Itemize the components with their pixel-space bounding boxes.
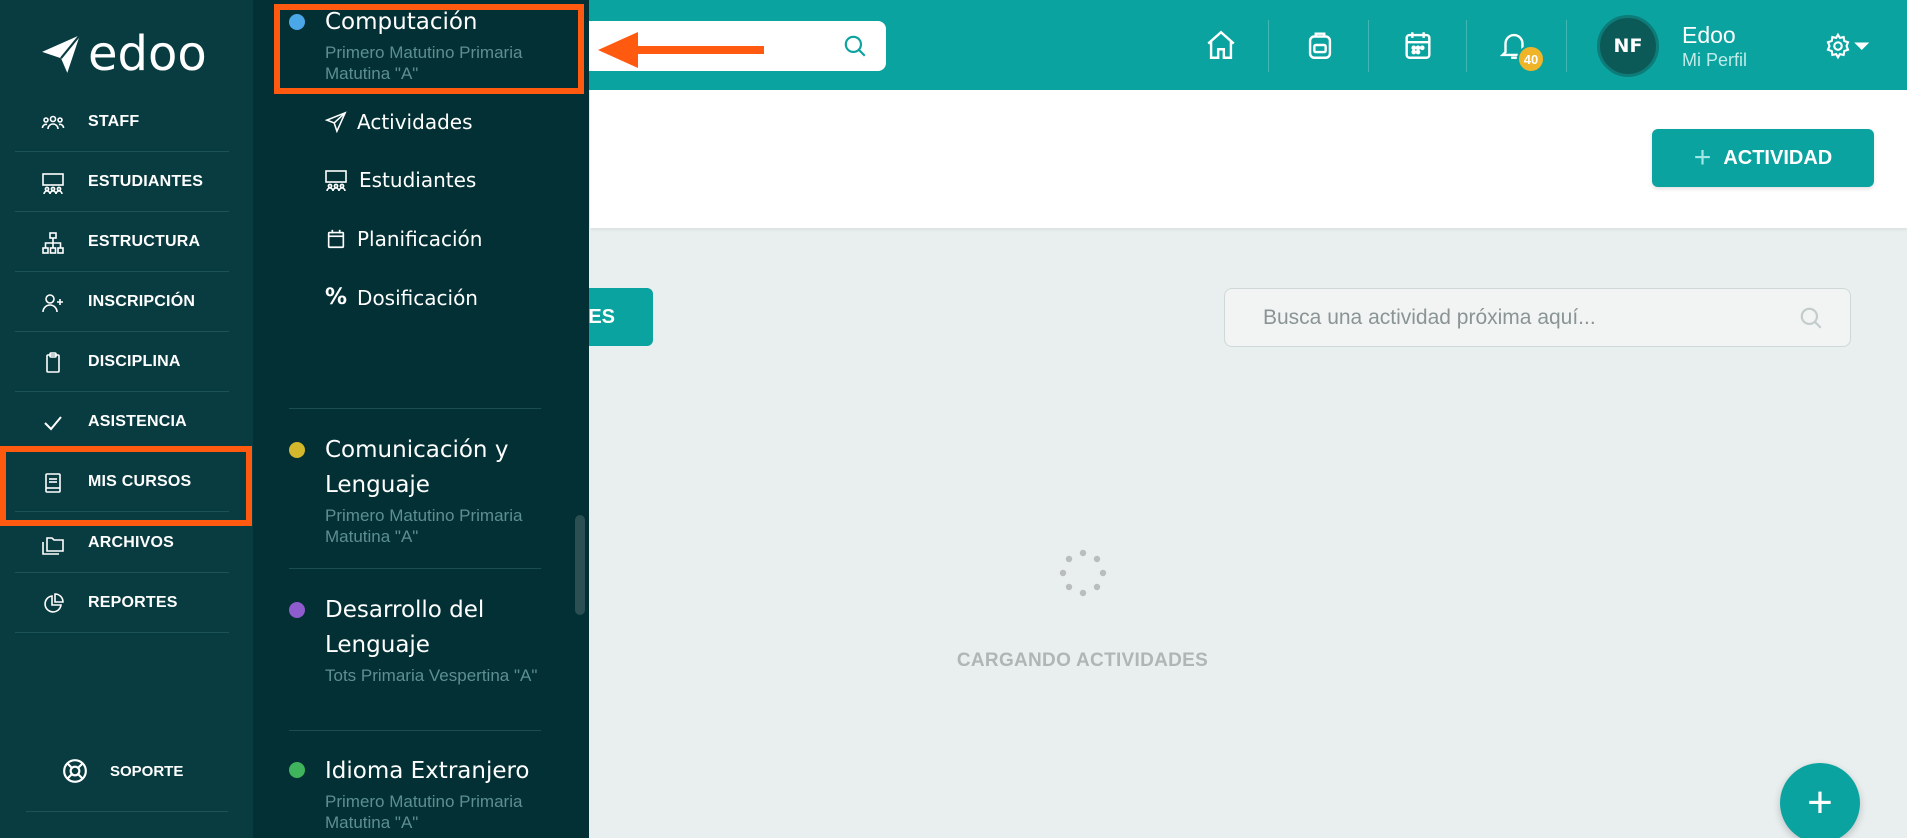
support-label: SOPORTE xyxy=(110,762,184,780)
profile-name[interactable]: Edoo xyxy=(1682,22,1736,49)
submenu-label: Dosificación xyxy=(357,285,478,310)
logo-text: edoo xyxy=(88,26,207,82)
activity-search-placeholder: Busca una actividad próxima aquí... xyxy=(1263,306,1596,329)
course-submenu-estudiantes[interactable]: Estudiantes xyxy=(323,168,476,192)
course-color-dot xyxy=(289,442,305,458)
search-icon[interactable] xyxy=(842,33,868,64)
search-icon[interactable] xyxy=(1798,305,1824,336)
sidebar: edoo STAFF ESTUDIANTES ESTRUCTURA INSCRI… xyxy=(0,0,253,838)
course-subtitle: Tots Primaria Vespertina "A" xyxy=(325,666,538,685)
arrow-icon xyxy=(598,30,766,75)
students-icon xyxy=(325,170,347,192)
submenu-label: Actividades xyxy=(357,110,473,134)
scrollbar[interactable] xyxy=(575,515,585,615)
calendar-icon xyxy=(327,229,345,249)
course-title: Comunicación y Lenguaje xyxy=(325,437,509,498)
course-submenu-dosificacion[interactable]: % Dosificación xyxy=(325,285,478,310)
divider xyxy=(289,730,541,731)
highlight-box-course xyxy=(274,4,584,94)
course-title: Idioma Extranjero xyxy=(325,758,530,784)
avatar[interactable]: NF xyxy=(1597,15,1659,77)
staff-icon xyxy=(41,111,65,135)
add-user-icon xyxy=(41,291,65,315)
floating-add-button[interactable]: + xyxy=(1780,763,1860,838)
sidebar-item-label: ARCHIVOS xyxy=(88,534,175,551)
sidebar-item-staff[interactable]: STAFF xyxy=(15,92,229,152)
divider xyxy=(1466,20,1467,72)
divider xyxy=(1368,20,1369,72)
course-item[interactable]: Comunicación y Lenguaje Primero Matutino… xyxy=(325,433,545,547)
calendar-icon[interactable] xyxy=(1401,28,1435,62)
submenu-label: Planificación xyxy=(357,227,483,251)
divider xyxy=(289,568,541,569)
pie-chart-icon xyxy=(41,592,65,616)
support-button[interactable]: SOPORTE xyxy=(62,758,183,784)
course-panel: Computación Primero Matutino Primaria Ma… xyxy=(253,0,589,838)
add-activity-button[interactable]: + ACTIVIDAD xyxy=(1652,129,1874,187)
structure-icon xyxy=(41,231,65,255)
sidebar-item-label: ASISTENCIA xyxy=(88,413,187,430)
course-subtitle: Primero Matutino Primaria Matutina "A" xyxy=(325,506,523,546)
sidebar-item-reportes[interactable]: REPORTES xyxy=(15,573,229,633)
sidebar-item-label: DISCIPLINA xyxy=(88,353,181,370)
course-submenu-actividades[interactable]: Actividades xyxy=(325,110,473,134)
backpack-icon[interactable] xyxy=(1303,28,1337,62)
loading-text: CARGANDO ACTIVIDADES xyxy=(956,650,1209,671)
plus-icon: + xyxy=(1693,141,1712,174)
logo-plane-icon xyxy=(42,34,81,73)
highlight-box-mis-cursos xyxy=(0,446,252,526)
divider xyxy=(1566,20,1567,72)
clipboard-icon xyxy=(41,351,65,375)
course-item[interactable]: Idioma Extranjero Primero Matutino Prima… xyxy=(325,754,545,833)
loading-spinner-icon xyxy=(1058,548,1108,598)
settings-icon[interactable] xyxy=(1822,31,1874,66)
sidebar-item-label: REPORTES xyxy=(88,594,178,611)
paper-plane-icon xyxy=(325,111,347,133)
sidebar-item-estructura[interactable]: ESTRUCTURA xyxy=(15,212,229,272)
divider xyxy=(289,408,541,409)
submenu-label: Estudiantes xyxy=(359,168,477,192)
lifebuoy-icon xyxy=(63,759,87,783)
course-submenu-planificacion[interactable]: Planificación xyxy=(325,227,482,251)
folders-icon xyxy=(41,532,65,556)
notification-badge: 40 xyxy=(1517,45,1545,73)
sidebar-item-label: STAFF xyxy=(88,113,140,130)
profile-link[interactable]: Mi Perfil xyxy=(1682,50,1747,71)
home-icon[interactable] xyxy=(1204,28,1238,62)
sidebar-item-label: ESTUDIANTES xyxy=(88,173,204,190)
sidebar-item-asistencia[interactable]: ASISTENCIA xyxy=(15,392,229,452)
filter-button-label: ES xyxy=(588,305,615,328)
sidebar-item-inscripcion[interactable]: INSCRIPCIÓN xyxy=(15,272,229,332)
course-color-dot xyxy=(289,762,305,778)
divider xyxy=(26,811,228,812)
logo[interactable]: edoo xyxy=(40,26,207,82)
course-item[interactable]: Desarrollo del Lenguaje Tots Primaria Ve… xyxy=(325,593,545,686)
sidebar-item-estudiantes[interactable]: ESTUDIANTES xyxy=(15,152,229,212)
percent-icon: % xyxy=(325,285,348,310)
course-color-dot xyxy=(289,602,305,618)
activity-search-input[interactable]: Busca una actividad próxima aquí... xyxy=(1224,288,1851,347)
course-title: Desarrollo del Lenguaje xyxy=(325,597,485,658)
course-subtitle: Primero Matutino Primaria Matutina "A" xyxy=(325,792,523,832)
add-activity-label: ACTIVIDAD xyxy=(1723,146,1833,169)
sidebar-item-disciplina[interactable]: DISCIPLINA xyxy=(15,332,229,392)
students-icon xyxy=(41,171,65,195)
filter-button[interactable]: ES xyxy=(580,288,653,346)
sidebar-item-label: ESTRUCTURA xyxy=(88,233,201,250)
sidebar-item-label: INSCRIPCIÓN xyxy=(88,293,196,310)
divider xyxy=(1268,20,1269,72)
check-icon xyxy=(41,411,65,435)
